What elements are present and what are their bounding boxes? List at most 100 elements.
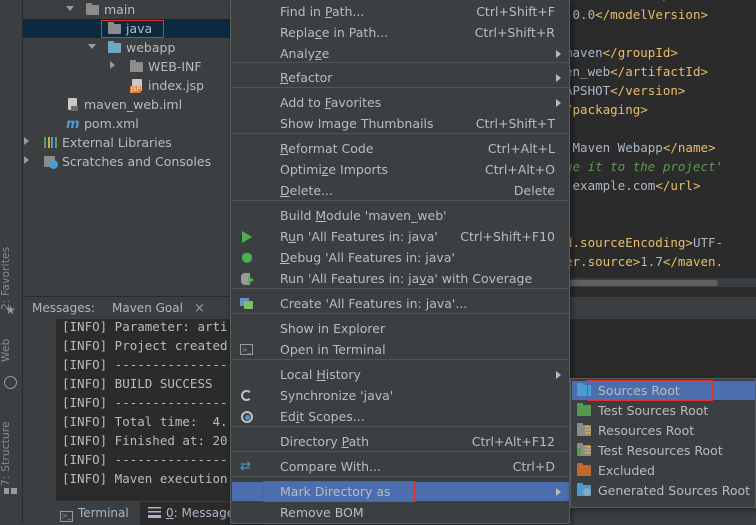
- run-icon: [240, 230, 254, 244]
- menu-item-run-all-features-in-java-with-coverage[interactable]: Run 'All Features in: java' with Coverag…: [232, 269, 569, 288]
- menu-item-refactor[interactable]: Refactor: [232, 68, 569, 87]
- menu-item-replace-in-path[interactable]: Replace in Path...Ctrl+Shift+R: [232, 23, 569, 42]
- tree-row-label: main: [104, 2, 135, 17]
- folder-web-icon: [108, 41, 122, 54]
- tree-row[interactable]: External Libraries: [22, 133, 230, 152]
- menu-item-find-in-path[interactable]: Find in Path...Ctrl+Shift+F: [232, 2, 569, 21]
- menu-item-label: Open in Terminal: [280, 342, 386, 357]
- tree-row[interactable]: java: [22, 19, 230, 38]
- tree-row[interactable]: webapp: [22, 38, 230, 57]
- menu-item-label: Compare With...: [280, 459, 381, 474]
- menu-item-build-module-maven-web[interactable]: Build Module 'maven_web': [232, 206, 569, 225]
- folder-icon: [108, 22, 122, 35]
- create-icon: [240, 297, 254, 311]
- tool-tab-label: Terminal: [78, 506, 129, 520]
- tree-row[interactable]: Scratches and Consoles: [22, 152, 230, 171]
- submenu-item-test-resources-root[interactable]: Test Resources Root: [572, 441, 755, 460]
- menu-item-label: Refactor: [280, 70, 332, 85]
- editor-horizontal-scrollbar-thumb[interactable]: [568, 280, 718, 286]
- compare-icon: ⇄: [240, 460, 254, 474]
- menu-item-run-all-features-in-java[interactable]: Run 'All Features in: java'Ctrl+Shift+F1…: [232, 227, 569, 246]
- tree-row[interactable]: WEB-INF: [22, 57, 230, 76]
- mark-directory-as-submenu[interactable]: Sources Root Test Sources RootResources R…: [570, 378, 756, 508]
- code-token: </modelVersion>: [595, 7, 708, 22]
- menu-item-optimize-imports[interactable]: Optimize Imports Ctrl+Alt+O: [232, 160, 569, 179]
- folder-blue-icon: [577, 384, 592, 397]
- chevron-right-icon: [556, 99, 561, 107]
- menu-separator: [232, 426, 569, 427]
- chevron-right-icon[interactable]: [110, 61, 115, 69]
- editor-line: [565, 24, 756, 43]
- code-token: </artifactId>: [610, 64, 708, 79]
- submenu-item-excluded[interactable]: Excluded: [572, 461, 755, 480]
- submenu-item-label: Excluded: [598, 463, 655, 478]
- sidebar-tab-web[interactable]: Web: [0, 336, 22, 365]
- menu-separator: [232, 200, 569, 201]
- tree-row-label: maven_web.iml: [84, 97, 182, 112]
- chevron-down-icon[interactable]: [88, 44, 96, 49]
- menu-item-reformat-code[interactable]: Reformat CodeCtrl+Alt+L: [232, 139, 569, 158]
- submenu-item-label: Sources Root: [598, 383, 680, 398]
- tree-row[interactable]: JSPindex.jsp: [22, 76, 230, 95]
- menu-item-label: Debug 'All Features in: java': [280, 250, 455, 265]
- submenu-item-label: Test Resources Root: [598, 443, 723, 458]
- tree-row[interactable]: maven_web.iml: [22, 95, 230, 114]
- tree-row[interactable]: main: [22, 0, 230, 19]
- folder-lines-g-icon: [577, 444, 592, 457]
- code-token: er.source>: [565, 254, 640, 269]
- menu-item-compare-with[interactable]: ⇄Compare With...Ctrl+D: [232, 457, 569, 476]
- menu-item-accelerator: Ctrl+Alt+O: [485, 162, 555, 177]
- project-tree-panel[interactable]: main javawebappWEB-INFJSPindex.jsp maven_w…: [22, 0, 230, 296]
- coverage-icon: [240, 272, 254, 286]
- menu-item-accelerator: Delete: [514, 183, 555, 198]
- menu-item-label: Run 'All Features in: java': [280, 229, 438, 244]
- tree-row-label: pom.xml: [84, 116, 139, 131]
- menu-item-show-image-thumbnails[interactable]: Show Image ThumbnailsCtrl+Shift+T: [232, 114, 569, 133]
- menu-item-synchronize-java[interactable]: Synchronize 'java': [232, 386, 569, 405]
- menu-item-label: Synchronize 'java': [280, 388, 393, 403]
- sidebar-tab-structure[interactable]: 7: Structure: [0, 408, 22, 500]
- menu-separator: [232, 313, 569, 314]
- menu-item-delete[interactable]: Delete... Delete: [232, 181, 569, 200]
- sync-icon: [240, 389, 254, 403]
- menu-item-accelerator: Ctrl+Alt+F12: [472, 434, 555, 449]
- menu-item-mark-directory-as[interactable]: Mark Directory as: [232, 482, 569, 501]
- menu-item-label: Optimize Imports: [280, 162, 388, 177]
- menu-item-add-to-favorites[interactable]: Add to Favorites: [232, 93, 569, 112]
- submenu-item-sources-root[interactable]: Sources Root: [572, 381, 755, 400]
- menu-item-label: Delete...: [280, 183, 333, 198]
- menu-item-local-history[interactable]: Local History: [232, 365, 569, 384]
- close-icon[interactable]: ×: [194, 301, 205, 316]
- menu-item-analyze[interactable]: Analyze: [232, 44, 569, 63]
- menu-item-label: Replace in Path...: [280, 25, 388, 40]
- menu-item-remove-bom[interactable]: Remove BOM: [232, 503, 569, 522]
- menu-item-create-all-features-in-java[interactable]: Create 'All Features in: java'...: [232, 294, 569, 313]
- editor-line: APSHOT</version>: [565, 81, 756, 100]
- menu-item-edit-scopes[interactable]: Edit Scopes...: [232, 407, 569, 426]
- chevron-right-icon[interactable]: [24, 156, 29, 164]
- tree-row-label: Scratches and Consoles: [62, 154, 211, 169]
- menu-item-show-in-explorer[interactable]: Show in Explorer: [232, 319, 569, 338]
- editor-line: ge it to the project': [565, 157, 756, 176]
- folder-lines-icon: [577, 424, 592, 437]
- submenu-item-generated-sources-root[interactable]: Generated Sources Root: [572, 481, 755, 500]
- chevron-down-icon[interactable]: [66, 6, 74, 11]
- submenu-item-resources-root[interactable]: Resources Root: [572, 421, 755, 440]
- scope-icon: [240, 410, 254, 424]
- sidebar-tab-favorites[interactable]: 2: Favorites: [0, 232, 22, 324]
- menu-item-accelerator: Ctrl+Shift+T: [476, 116, 555, 131]
- tree-row[interactable]: mpom.xml: [22, 114, 230, 133]
- code-token: UTF-: [693, 235, 723, 250]
- menu-item-label: Directory Path: [280, 434, 369, 449]
- tree-row-label: index.jsp: [148, 78, 204, 93]
- menu-item-debug-all-features-in-java[interactable]: Debug 'All Features in: java': [232, 248, 569, 267]
- code-token: .example.com: [565, 178, 655, 193]
- menu-item-directory-path[interactable]: Directory Path Ctrl+Alt+F12: [232, 432, 569, 451]
- scratches-icon: [44, 155, 58, 168]
- code-editor[interactable]: "/>.0.0</modelVersion>maven</groupId>en_…: [565, 0, 756, 296]
- chevron-right-icon[interactable]: [24, 137, 29, 145]
- menu-item-open-in-terminal[interactable]: >_Open in Terminal: [232, 340, 569, 359]
- menu-item-label: Add to Favorites: [280, 95, 381, 110]
- submenu-item-test-sources-root[interactable]: Test Sources Root: [572, 401, 755, 420]
- project-context-menu[interactable]: Find in Path...Ctrl+Shift+F Replace in Pa…: [230, 0, 570, 524]
